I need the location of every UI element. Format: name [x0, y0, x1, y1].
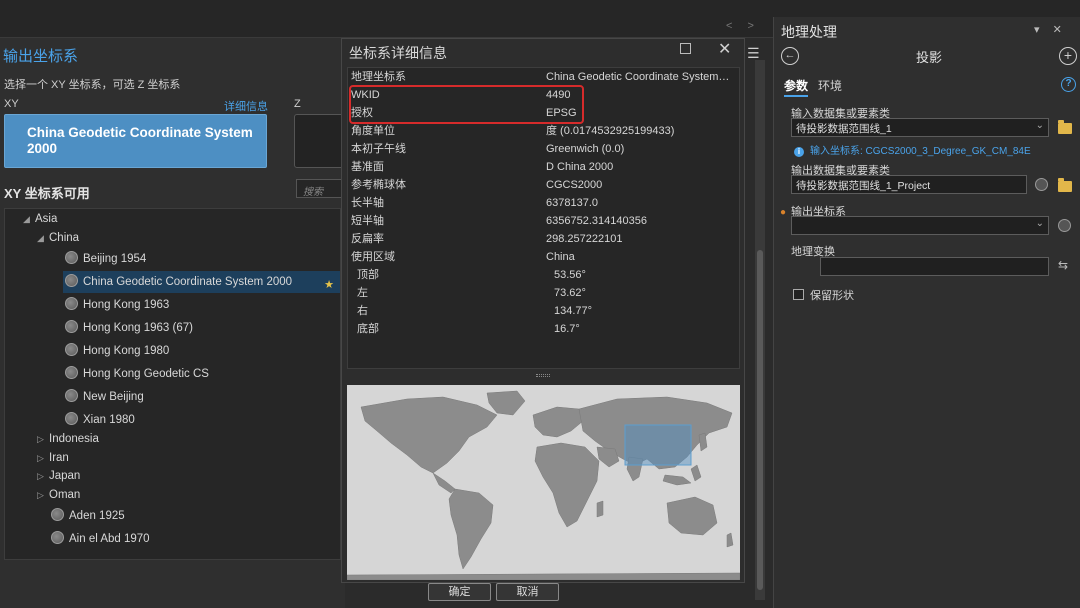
- table-row: 左 73.62°: [357, 287, 586, 299]
- tab-environments[interactable]: 环境: [818, 77, 842, 94]
- highlight-box: [349, 85, 584, 124]
- panel-nav-arrows[interactable]: < >: [726, 20, 760, 32]
- output-dataset-field[interactable]: 待投影数据范围线_1_Project: [791, 175, 1027, 194]
- collapse-arrow-icon[interactable]: ▷: [37, 430, 49, 449]
- selected-xy-coordinate-system[interactable]: China Geodetic Coordinate System 2000: [4, 114, 267, 168]
- tree-leaf-selected[interactable]: China Geodetic Coordinate System 2000 ★: [63, 271, 340, 293]
- geoprocessing-pane: 地理处理 ▾ ✕ ← 投影 + 参数 环境 ? 输入数据集或要素类 待投影数据范…: [773, 17, 1080, 608]
- expand-arrow-icon[interactable]: ◢: [37, 229, 49, 248]
- output-coordinate-system-panel: 输出坐标系 选择一个 XY 坐标系，可选 Z 坐标系 XY 详细信息 Z Chi…: [0, 38, 354, 608]
- selected-cs-name-line1: China Geodetic Coordinate System: [27, 125, 253, 140]
- maximize-icon[interactable]: [680, 43, 691, 54]
- tree-leaf[interactable]: Beijing 1954: [65, 248, 340, 270]
- favorite-star-icon[interactable]: ★: [324, 274, 334, 296]
- globe-icon: [65, 297, 78, 310]
- tree-leaf[interactable]: Hong Kong 1963 (67): [65, 317, 193, 339]
- table-row: 参考椭球体 CGCS2000: [351, 179, 603, 191]
- globe-icon: [65, 343, 78, 356]
- required-marker-icon: ●: [780, 207, 787, 218]
- table-row: 右 134.77°: [357, 305, 593, 317]
- table-row: 顶部 53.56°: [357, 269, 586, 281]
- splitter-handle[interactable]: [536, 374, 550, 377]
- table-row: 角度单位度 (0.0174532925199433): [351, 125, 675, 137]
- close-icon[interactable]: ✕: [718, 39, 731, 59]
- tree-leaf[interactable]: Ain el Abd 1970: [51, 528, 150, 550]
- folder-icon[interactable]: [1058, 120, 1072, 134]
- add-icon[interactable]: +: [1059, 47, 1077, 65]
- tree-node-iran[interactable]: ▷ Iran: [37, 449, 69, 468]
- table-row: 反扁率 298.257222101: [351, 233, 623, 245]
- info-icon: i: [794, 147, 804, 157]
- chevron-down-icon[interactable]: ⌄: [1036, 120, 1044, 131]
- tree-leaf[interactable]: Hong Kong 1963: [65, 294, 169, 316]
- extent-rectangle: [624, 424, 692, 466]
- globe-icon: [65, 412, 78, 425]
- scrollbar-thumb[interactable]: [757, 250, 763, 590]
- tree-node-china[interactable]: ◢ China: [37, 229, 79, 248]
- tree-leaf[interactable]: Hong Kong Geodetic CS: [65, 363, 209, 385]
- tree-leaf[interactable]: Xian 1980: [65, 409, 135, 431]
- coordinate-system-details-popup: 坐标系详细信息 ✕ 地理坐标系 China Geodetic Coordinate…: [341, 38, 745, 583]
- tree-leaf[interactable]: New Beijing: [65, 386, 144, 408]
- panel-title: 输出坐标系: [3, 48, 79, 65]
- coordinate-system-tree[interactable]: ◢ Asia ◢ China Beijing 1954 China Geodetic…: [4, 208, 341, 560]
- swap-icon[interactable]: ⇆: [1058, 258, 1068, 272]
- save-location-icon[interactable]: [1035, 178, 1048, 191]
- geo-transform-field[interactable]: [820, 257, 1049, 276]
- chevron-down-icon[interactable]: ⌄: [1036, 218, 1044, 229]
- table-row: 地理坐标系 China Geodetic Coordinate System…: [351, 71, 730, 83]
- popup-title: 坐标系详细信息: [349, 45, 447, 61]
- globe-icon: [51, 508, 64, 521]
- back-icon[interactable]: ←: [781, 47, 799, 65]
- help-icon[interactable]: ?: [1061, 77, 1076, 92]
- cancel-button[interactable]: 取消: [496, 583, 559, 601]
- collapse-arrow-icon[interactable]: ▷: [37, 449, 49, 468]
- tree-node-asia[interactable]: ◢ Asia: [23, 210, 57, 229]
- tab-parameters[interactable]: 参数: [784, 77, 809, 97]
- globe-icon: [51, 531, 64, 544]
- globe-icon: [65, 320, 78, 333]
- input-dataset-field[interactable]: 待投影数据范围线_1 ⌄: [791, 118, 1049, 137]
- table-row: 使用区域 China: [351, 251, 575, 263]
- panel-subtitle: 选择一个 XY 坐标系，可选 Z 坐标系: [4, 79, 181, 91]
- ok-button[interactable]: 确定: [428, 583, 491, 601]
- table-row: 短半轴 6356752.314140356: [351, 215, 647, 227]
- vertical-scrollbar[interactable]: [755, 60, 765, 600]
- folder-icon[interactable]: [1058, 178, 1072, 192]
- xy-label: XY: [4, 98, 19, 110]
- preserve-shape-checkbox[interactable]: [793, 289, 804, 300]
- available-xy-systems-label: XY 坐标系可用: [4, 186, 90, 201]
- details-link[interactable]: 详细信息: [224, 98, 268, 114]
- properties-table: 地理坐标系 China Geodetic Coordinate System… W…: [347, 67, 740, 369]
- table-row: 基准面 D China 2000: [351, 161, 614, 173]
- globe-icon: [65, 389, 78, 402]
- globe-icon: [65, 251, 78, 264]
- world-map-graphic: [347, 385, 740, 580]
- z-label: Z: [294, 98, 301, 110]
- tree-leaf[interactable]: Hong Kong 1980: [65, 340, 169, 362]
- coordinate-system-picker-icon[interactable]: [1058, 219, 1071, 232]
- extent-map: [347, 385, 740, 580]
- table-row: 底部 16.7°: [357, 323, 580, 335]
- tree-node-japan[interactable]: ▷ Japan: [37, 467, 80, 486]
- globe-icon: [65, 366, 78, 379]
- tool-name: 投影: [916, 50, 943, 65]
- output-cs-field[interactable]: ⌄: [791, 216, 1049, 235]
- collapse-arrow-icon[interactable]: ▷: [37, 486, 49, 505]
- input-cs-info: i 输入坐标系: CGCS2000_3_Degree_GK_CM_84E: [794, 142, 1031, 157]
- tree-node-oman[interactable]: ▷ Oman: [37, 486, 80, 505]
- globe-icon: [65, 274, 78, 287]
- tree-leaf[interactable]: Aden 1925: [51, 505, 125, 527]
- pane-title: 地理处理: [781, 24, 837, 40]
- table-row: 本初子午线 Greenwich (0.0): [351, 143, 625, 155]
- selected-cs-name-line2: 2000: [27, 141, 58, 156]
- table-row: 长半轴 6378137.0: [351, 197, 598, 209]
- expand-arrow-icon[interactable]: ◢: [23, 210, 35, 229]
- preserve-shape-label: 保留形状: [810, 290, 854, 302]
- pane-options-icons[interactable]: ▾ ✕: [1034, 23, 1067, 36]
- collapse-arrow-icon[interactable]: ▷: [37, 467, 49, 486]
- tree-node-indonesia[interactable]: ▷ Indonesia: [37, 430, 99, 449]
- search-input[interactable]: 搜索: [296, 179, 346, 198]
